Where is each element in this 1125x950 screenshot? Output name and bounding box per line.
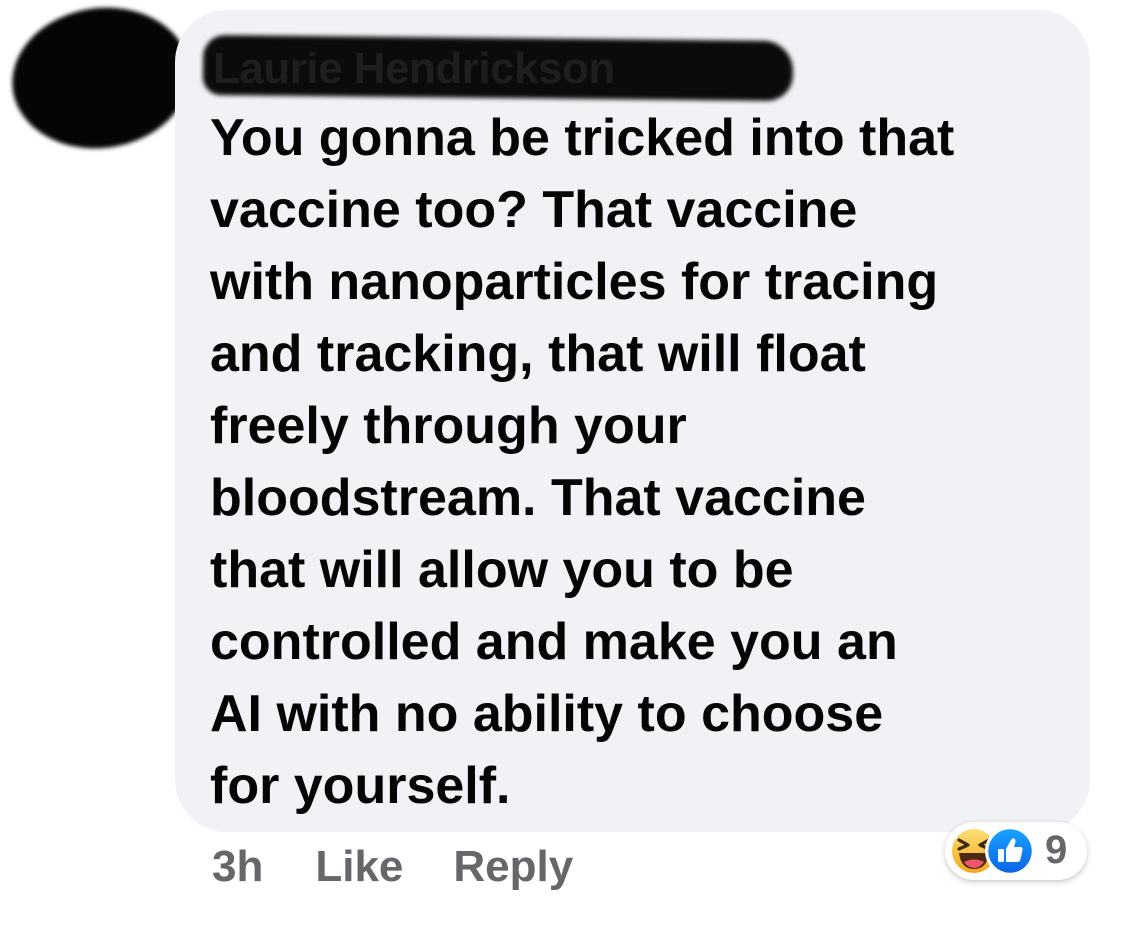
like-button[interactable]: Like	[315, 842, 403, 892]
comment-line: bloodstream. That vaccine	[210, 469, 866, 527]
comment-screenshot: Laurie Hendrickson You gonna be tricked …	[0, 0, 1125, 950]
reaction-count: 9	[1045, 828, 1068, 872]
author-name[interactable]: Laurie Hendrickson	[213, 44, 615, 94]
reply-button[interactable]: Reply	[453, 842, 573, 892]
comment-text: You gonna be tricked into that vaccine t…	[210, 102, 1070, 822]
comment-line: controlled and make you an	[210, 613, 898, 671]
like-thumb-icon	[985, 826, 1035, 876]
comment-line: AI with no ability to choose	[210, 685, 884, 743]
comment-line: for yourself.	[210, 757, 511, 815]
comment-line: vaccine too? That vaccine	[210, 181, 858, 239]
comment-actions: 3h Like Reply	[212, 842, 573, 892]
comment-line: that will allow you to be	[210, 541, 794, 599]
comment-line: with nanoparticles for tracing	[210, 253, 939, 311]
reactions-summary[interactable]: 9	[945, 822, 1087, 880]
timestamp[interactable]: 3h	[212, 842, 263, 892]
author-block[interactable]: Laurie Hendrickson	[202, 32, 794, 106]
comment-line: You gonna be tricked into that	[210, 109, 955, 167]
comment-line: and tracking, that will float	[210, 325, 866, 383]
avatar[interactable]	[3, 0, 199, 160]
comment-line: freely through your	[210, 397, 687, 455]
